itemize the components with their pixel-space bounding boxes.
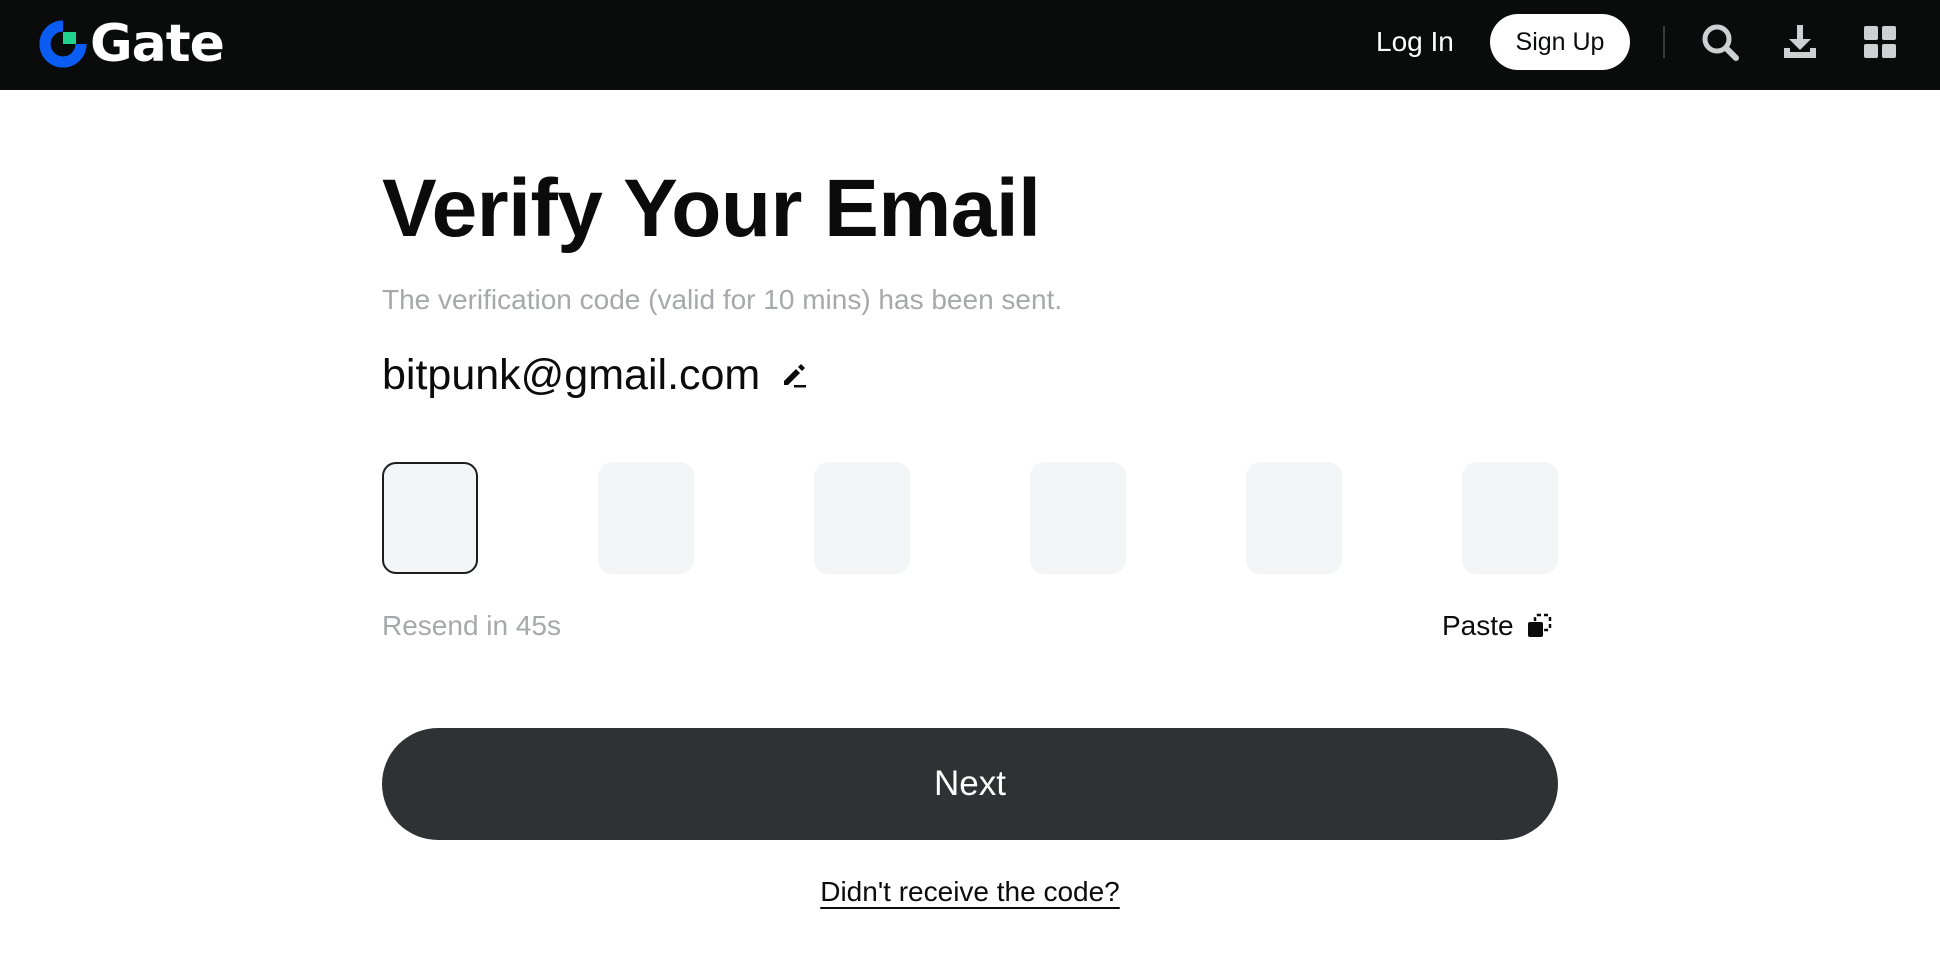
code-digit-input-6[interactable] bbox=[1462, 462, 1558, 574]
edit-email-icon[interactable] bbox=[780, 360, 810, 390]
login-link[interactable]: Log In bbox=[1376, 24, 1454, 60]
paste-button[interactable]: Paste bbox=[1442, 606, 1552, 646]
gate-logo-icon bbox=[39, 20, 87, 68]
didnt-receive-code-link[interactable]: Didn't receive the code? bbox=[820, 876, 1120, 907]
code-digit-input-2[interactable] bbox=[598, 462, 694, 574]
code-digit-input-4[interactable] bbox=[1030, 462, 1126, 574]
search-icon[interactable] bbox=[1698, 20, 1742, 64]
page-title: Verify Your Email bbox=[382, 163, 1041, 254]
logo-wordmark: Gate bbox=[90, 14, 225, 74]
email-row: bitpunk@gmail.com bbox=[382, 348, 810, 402]
apps-grid-icon[interactable] bbox=[1858, 20, 1902, 64]
nav-divider bbox=[1663, 26, 1665, 58]
paste-label: Paste bbox=[1442, 610, 1514, 641]
email-address: bitpunk@gmail.com bbox=[382, 351, 761, 399]
gate-logo[interactable]: Gate bbox=[38, 14, 225, 74]
paste-icon bbox=[1526, 613, 1552, 639]
code-digit-input-1[interactable] bbox=[382, 462, 478, 574]
signup-button[interactable]: Sign Up bbox=[1490, 14, 1630, 70]
next-button[interactable]: Next bbox=[382, 728, 1558, 840]
download-icon[interactable] bbox=[1778, 20, 1822, 64]
code-digit-input-3[interactable] bbox=[814, 462, 910, 574]
resend-countdown: Resend in 45s bbox=[382, 610, 562, 641]
code-digit-input-5[interactable] bbox=[1246, 462, 1342, 574]
help-link-row: Didn't receive the code? bbox=[0, 874, 1940, 910]
verification-subtitle: The verification code (valid for 10 mins… bbox=[382, 284, 1063, 315]
top-navigation-bar: Gate Log In Sign Up bbox=[0, 0, 1940, 90]
